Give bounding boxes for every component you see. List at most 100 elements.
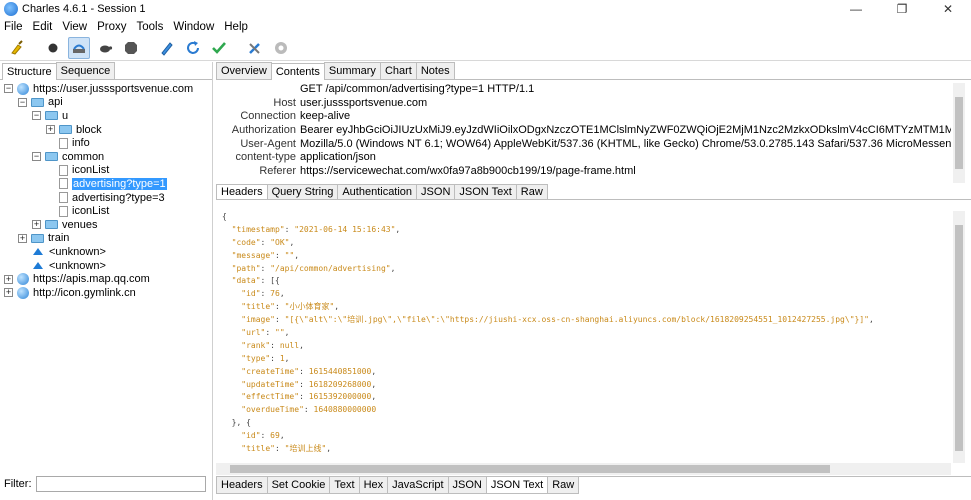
broom-icon[interactable] — [6, 37, 28, 59]
tab-summary[interactable]: Summary — [323, 62, 381, 79]
json-line: "timestamp": "2021-06-14 15:16:43", — [216, 224, 951, 237]
tree-node[interactable]: − https://user.jusssportsvenue.com — [0, 82, 212, 96]
charles-app-icon — [4, 2, 18, 16]
tab-chart[interactable]: Chart — [379, 62, 417, 79]
menu-view[interactable]: View — [62, 21, 87, 33]
menu-help[interactable]: Help — [224, 21, 248, 33]
collapse-icon[interactable]: − — [32, 111, 41, 121]
tree-node[interactable]: − common — [0, 150, 212, 164]
expand-icon[interactable]: + — [4, 274, 13, 284]
tree-node-label: https://user.jusssportsvenue.com — [33, 82, 194, 95]
tab-response-headers[interactable]: Headers — [216, 477, 268, 494]
tree-node[interactable]: − api — [0, 96, 212, 110]
request-scrollbar[interactable] — [953, 83, 965, 183]
json-punct: { — [222, 212, 227, 221]
tab-set-cookie[interactable]: Set Cookie — [266, 477, 331, 494]
tools-icon[interactable] — [244, 37, 266, 59]
menu-tools[interactable]: Tools — [136, 21, 163, 33]
request-tabs: Headers Query String Authentication JSON… — [216, 183, 971, 200]
menu-file[interactable]: File — [4, 21, 23, 33]
expand-icon[interactable]: + — [18, 233, 27, 243]
tab-notes[interactable]: Notes — [415, 62, 455, 79]
tab-query-string[interactable]: Query String — [266, 184, 339, 199]
tab-request-json[interactable]: JSON — [416, 184, 456, 199]
menu-proxy[interactable]: Proxy — [97, 21, 126, 33]
json-punct: , — [284, 328, 290, 338]
response-scrollbar[interactable] — [953, 211, 965, 463]
json-punct: , — [294, 250, 300, 260]
json-line: "url": "", — [216, 327, 951, 340]
tab-authentication[interactable]: Authentication — [337, 184, 418, 199]
collapse-icon[interactable]: − — [18, 97, 27, 107]
response-hscrollbar[interactable] — [216, 463, 951, 475]
maximize-button[interactable]: ❐ — [879, 0, 925, 18]
expand-icon[interactable]: + — [46, 125, 55, 135]
tab-contents[interactable]: Contents — [270, 63, 325, 80]
tree-node[interactable]: iconList — [0, 204, 212, 218]
tree-node[interactable]: + http://icon.gymlink.cn — [0, 286, 212, 300]
tree-node[interactable]: info — [0, 136, 212, 150]
minimize-button[interactable]: — — [833, 0, 879, 18]
json-punct: : — [265, 328, 275, 338]
tree-node[interactable]: advertising?type=1 — [0, 177, 212, 191]
tab-request-headers[interactable]: Headers — [216, 184, 268, 199]
turtle-icon[interactable] — [94, 37, 116, 59]
json-punct: : — [299, 392, 309, 402]
tree-node[interactable]: + block — [0, 123, 212, 137]
refresh-icon[interactable] — [182, 37, 204, 59]
tab-json[interactable]: JSON — [447, 477, 487, 494]
json-punct: , — [390, 263, 396, 273]
tab-text[interactable]: Text — [329, 477, 360, 494]
tab-raw[interactable]: Raw — [547, 477, 580, 494]
pen-icon[interactable] — [156, 37, 178, 59]
collapse-icon[interactable]: − — [4, 84, 13, 94]
header-row: Host user.jusssportsvenue.com — [216, 97, 951, 111]
check-icon[interactable] — [208, 37, 230, 59]
header-value: keep-alive — [300, 110, 351, 123]
tree-node-label: iconList — [72, 164, 110, 177]
close-button[interactable]: ✕ — [925, 0, 971, 18]
tab-structure[interactable]: Structure — [2, 63, 57, 80]
tab-overview[interactable]: Overview — [216, 62, 272, 79]
tree-node[interactable]: + https://apis.map.qq.com — [0, 272, 212, 286]
json-key: "overdueTime" — [241, 405, 304, 415]
menu-window[interactable]: Window — [173, 21, 214, 33]
settings-icon[interactable] — [270, 37, 292, 59]
header-value: user.jusssportsvenue.com — [300, 96, 428, 109]
json-punct — [222, 276, 232, 285]
json-value: 1615440851000 — [308, 366, 372, 376]
expand-icon[interactable]: + — [4, 288, 13, 298]
tab-json-text[interactable]: JSON Text — [485, 477, 549, 494]
json-punct: : — [275, 250, 285, 260]
json-key: "rank" — [241, 340, 271, 350]
tree-node[interactable]: + train — [0, 232, 212, 246]
json-punct — [222, 431, 241, 440]
tab-request-raw[interactable]: Raw — [515, 184, 548, 199]
menu-edit[interactable]: Edit — [33, 21, 53, 33]
tree-node[interactable]: <unknown> — [0, 259, 212, 273]
throttle-icon[interactable] — [68, 36, 90, 59]
file-icon — [59, 137, 68, 149]
json-line: "overdueTime": 1640880000000 — [216, 404, 951, 417]
tab-javascript[interactable]: JavaScript — [387, 477, 449, 494]
filter-input[interactable] — [35, 476, 206, 492]
tree-node[interactable]: + venues — [0, 218, 212, 232]
json-punct — [222, 315, 241, 324]
tab-request-json-text[interactable]: JSON Text — [454, 184, 517, 199]
tab-sequence[interactable]: Sequence — [55, 62, 116, 79]
json-key: "createTime" — [241, 366, 300, 376]
collapse-icon[interactable]: − — [32, 152, 41, 162]
record-icon[interactable] — [42, 37, 64, 59]
json-line: "title": "小小体育家", — [216, 301, 951, 314]
tree-node[interactable]: <unknown> — [0, 245, 212, 259]
expand-icon[interactable]: + — [32, 220, 41, 230]
folder-icon — [31, 233, 44, 243]
stop-icon[interactable] — [120, 37, 142, 59]
json-key: "title" — [241, 444, 275, 454]
tree-node[interactable]: − u — [0, 109, 212, 123]
toolbar — [0, 35, 971, 61]
tree-node[interactable]: iconList — [0, 164, 212, 178]
tab-hex[interactable]: Hex — [358, 477, 389, 494]
tree-node[interactable]: advertising?type=3 — [0, 191, 212, 205]
globe-icon — [17, 286, 29, 299]
